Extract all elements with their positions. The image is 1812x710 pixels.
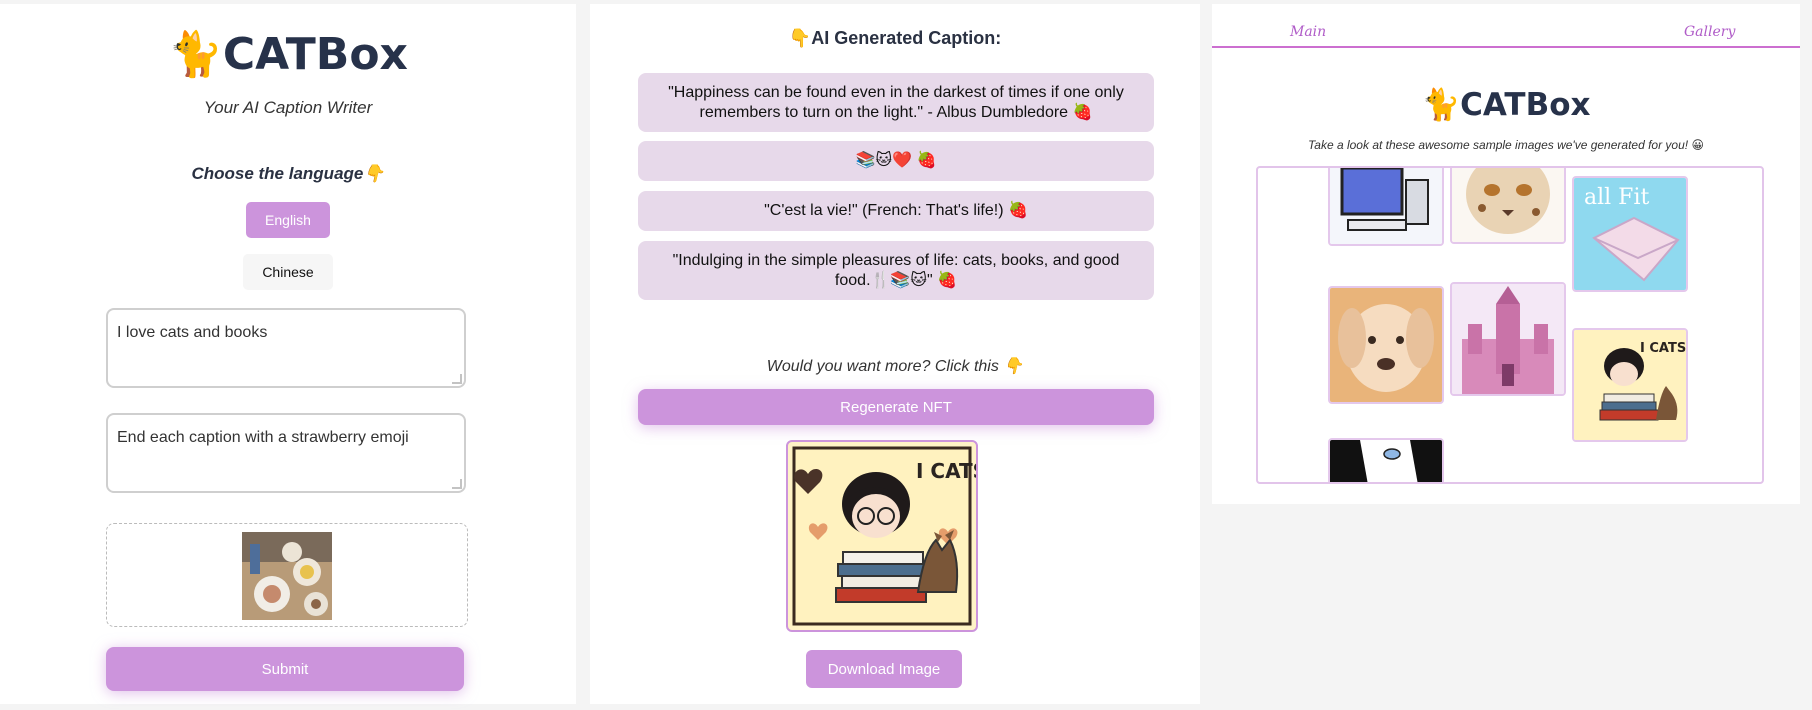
caption-card: "C'est la vie!" (French: That's life!) 🍓 [638, 191, 1154, 231]
cat-icon: 🐈 [168, 29, 223, 80]
sample-gallery[interactable]: all Fit I CATS [1256, 166, 1764, 484]
tagline: Your AI Caption Writer [203, 98, 373, 117]
sample-image-cat-face[interactable] [1450, 168, 1566, 244]
prompt-text: I love cats and books [117, 324, 268, 341]
sample-text: all Fit [1584, 185, 1649, 210]
sample-image-cats-books[interactable]: I CATS [1572, 328, 1688, 442]
generated-nft-image: I CATS [786, 440, 978, 632]
gallery-note: Take a look at these awesome sample imag… [1308, 138, 1704, 152]
resize-handle-icon[interactable] [452, 374, 462, 384]
caption-card: 📚🐱❤️ 🍓 [638, 141, 1154, 181]
results-panel: 👇AI Generated Caption: "Happiness can be… [590, 4, 1200, 704]
gallery-panel: Main Gallery 🐈CATBox Take a look at thes… [1212, 4, 1800, 504]
caption-card: "Happiness can be found even in the dark… [638, 73, 1154, 132]
gallery-logo: 🐈CATBox [1212, 86, 1800, 123]
main-panel: 🐈CATBox Your AI Caption Writer Choose th… [0, 4, 576, 704]
nft-text: I CATS [916, 459, 976, 483]
nav-main-link[interactable]: Main [1290, 24, 1326, 40]
app-title: CATBox [222, 29, 408, 80]
caption-heading: 👇AI Generated Caption: [788, 28, 1002, 48]
uploaded-food-image [242, 532, 332, 620]
instruction-textarea[interactable]: End each caption with a strawberry emoji [106, 413, 466, 493]
app-logo: 🐈CATBox [0, 28, 576, 80]
language-chinese-button[interactable]: Chinese [243, 254, 333, 290]
regenerate-nft-button[interactable]: Regenerate NFT [638, 389, 1154, 425]
caption-card: "Indulging in the simple pleasures of li… [638, 241, 1154, 300]
submit-button[interactable]: Submit [106, 647, 464, 691]
download-image-button[interactable]: Download Image [806, 650, 962, 688]
resize-handle-icon[interactable] [452, 479, 462, 489]
image-upload-dropzone[interactable] [106, 523, 468, 627]
sample-image-castle[interactable] [1450, 282, 1566, 396]
sample-image-anime[interactable] [1328, 438, 1444, 482]
sample-image-dog[interactable] [1328, 286, 1444, 404]
sample-image-computer[interactable] [1328, 168, 1444, 246]
sample-text: I CATS [1640, 341, 1686, 356]
instruction-text: End each caption with a strawberry emoji [117, 429, 409, 446]
top-nav: Main Gallery [1212, 4, 1800, 48]
prompt-textarea[interactable]: I love cats and books [106, 308, 466, 388]
more-prompt: Would you want more? Click this 👇 [766, 358, 1024, 375]
language-english-button[interactable]: English [246, 202, 330, 238]
language-prompt: Choose the language👇 [191, 164, 385, 183]
cat-icon: 🐈 [1421, 87, 1461, 123]
gallery-app-title: CATBox [1460, 87, 1591, 123]
sample-image-envelope[interactable]: all Fit [1572, 176, 1688, 292]
nav-gallery-link[interactable]: Gallery [1684, 24, 1735, 40]
